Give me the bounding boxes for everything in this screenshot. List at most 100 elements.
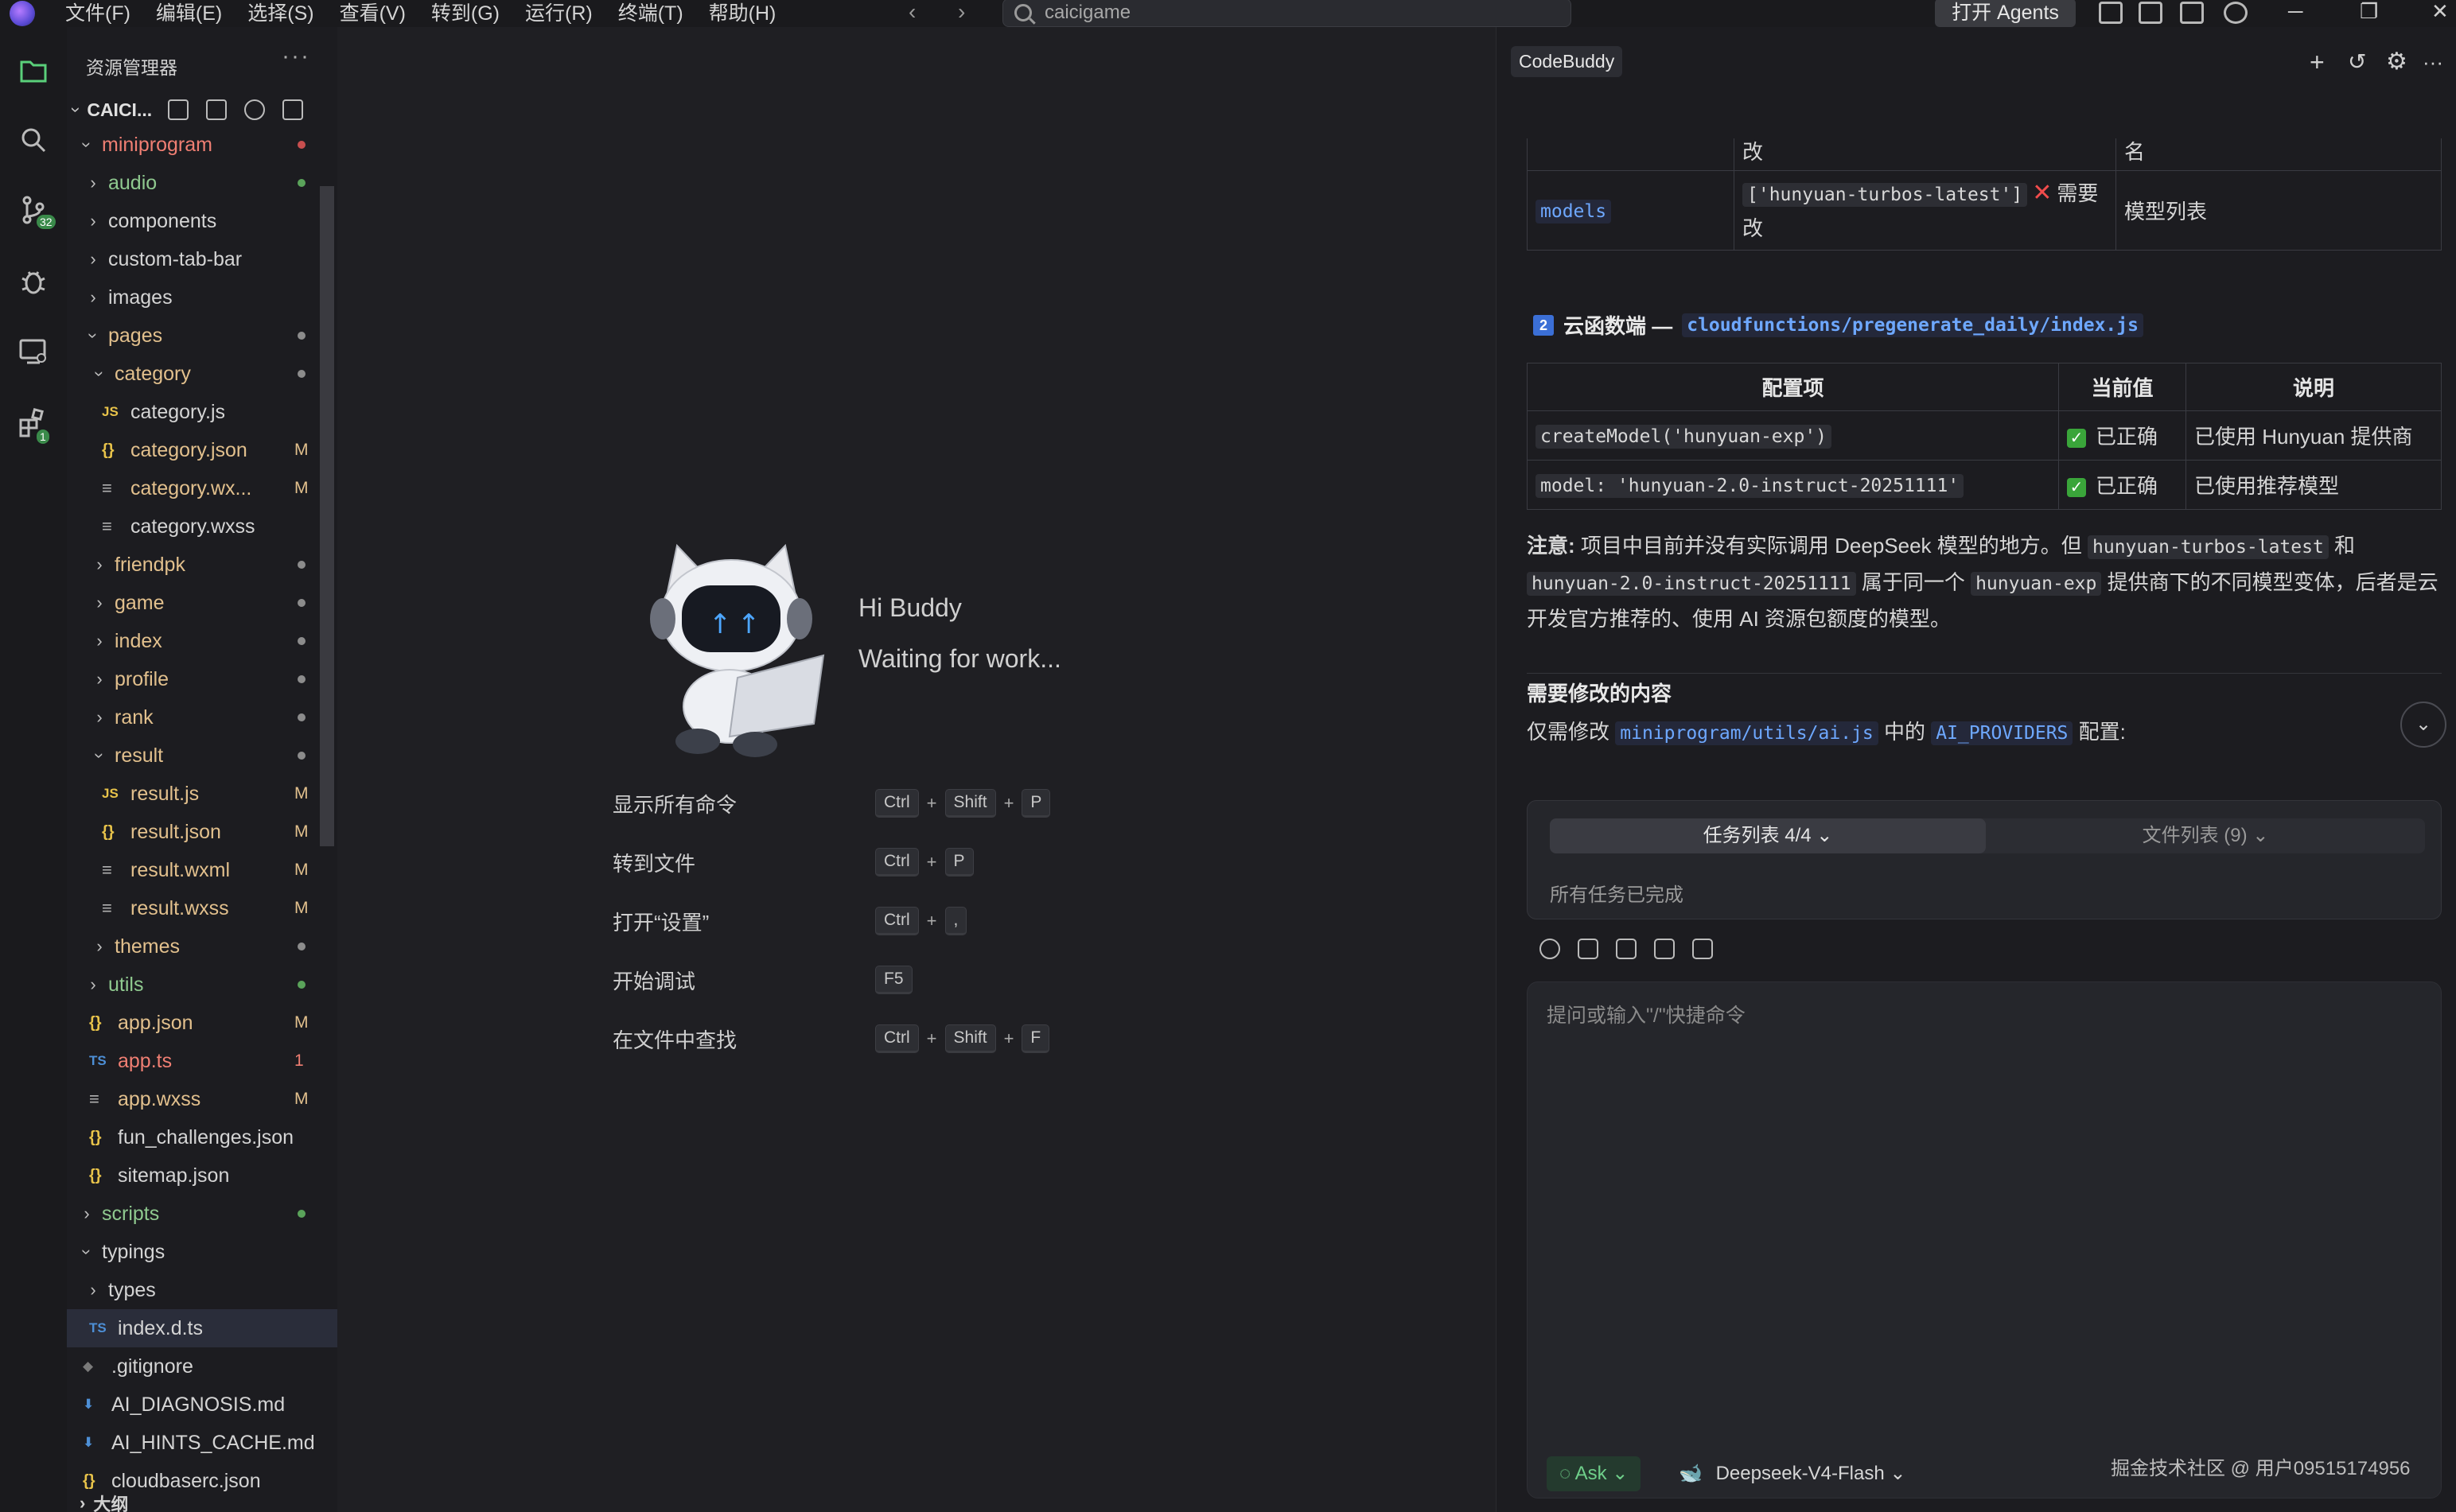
outline-section[interactable]: › 大纲 xyxy=(67,1487,337,1512)
file-path-link[interactable]: miniprogram/utils/ai.js xyxy=(1615,721,1878,745)
history-icon[interactable]: ↺ xyxy=(2348,49,2366,75)
tree-file[interactable]: ⬇ AI_DIAGNOSIS.md xyxy=(67,1386,337,1424)
tree-file[interactable]: {} result.json M xyxy=(67,813,337,851)
tree-file[interactable]: JS category.js xyxy=(67,393,337,431)
tree-folder[interactable]: › scripts xyxy=(67,1195,337,1233)
plus-separator: + xyxy=(1003,1028,1014,1048)
menu-item[interactable]: 选择(S) xyxy=(235,2,326,25)
table-cell: 改 xyxy=(1734,138,2116,171)
model-select[interactable]: 🐋 Deepseek-V4-Flash ⌄ xyxy=(1679,1456,1905,1491)
wx-file-icon: ≡ xyxy=(102,898,112,918)
config-table-1: 改 名 models ['hunyuan-turbos-latest'] ✕ 需要改… xyxy=(1527,138,2442,251)
menu-item[interactable]: 文件(F) xyxy=(53,2,143,25)
tab-task-list[interactable]: 任务列表 4/4 ⌄ xyxy=(1550,818,1986,853)
back-arrow-icon[interactable]: ‹ xyxy=(909,0,916,24)
explorer-scrollbar[interactable] xyxy=(320,186,334,846)
tree-file[interactable]: ≡ result.wxss M xyxy=(67,889,337,927)
more-icon[interactable]: ··· xyxy=(2423,49,2443,75)
tree-file[interactable]: ◆ .gitignore xyxy=(67,1347,337,1386)
tree-file[interactable]: {} app.json M xyxy=(67,1004,337,1042)
tree-folder[interactable]: › images xyxy=(67,278,337,317)
tree-folder[interactable]: › components xyxy=(67,202,337,240)
tree-file[interactable]: {} sitemap.json xyxy=(67,1156,337,1195)
tree-folder[interactable]: › pages xyxy=(67,317,337,355)
tree-folder[interactable]: › index xyxy=(67,622,337,660)
menu-item[interactable]: 转到(G) xyxy=(418,2,512,25)
command-search[interactable]: caicigame xyxy=(1002,0,1571,27)
forward-arrow-icon[interactable]: › xyxy=(958,0,965,24)
tree-folder[interactable]: › rank xyxy=(67,698,337,737)
search-sidebar-icon[interactable] xyxy=(18,124,49,156)
tree-label: category.wx... xyxy=(130,476,252,499)
settings-gear-icon[interactable]: ⚙ xyxy=(2386,49,2407,75)
minimize-icon[interactable]: ─ xyxy=(2288,0,2302,22)
new-folder-icon[interactable] xyxy=(206,99,228,120)
image-icon[interactable] xyxy=(1578,939,1598,959)
tree-file[interactable]: TS index.d.ts xyxy=(67,1309,337,1347)
pull-request-icon[interactable] xyxy=(1692,939,1713,959)
mode-select[interactable]: ◌ Ask ⌄ xyxy=(1547,1456,1641,1491)
tree-folder[interactable]: › result xyxy=(67,737,337,775)
mention-icon[interactable] xyxy=(1539,939,1560,959)
app-logo xyxy=(10,1,35,26)
git-status-badge: M xyxy=(294,1013,309,1032)
account-icon[interactable] xyxy=(2224,2,2248,24)
close-window-icon[interactable]: ✕ xyxy=(2431,0,2449,22)
restore-icon[interactable]: ❐ xyxy=(2360,0,2378,22)
md-file-icon: ⬇ xyxy=(83,1397,95,1412)
figma-icon[interactable] xyxy=(1616,939,1637,959)
chat-input[interactable]: 提问或输入"/"快捷命令 ◌ Ask ⌄ 🐋 Deepseek-V4-Flash… xyxy=(1527,981,2442,1498)
menu-item[interactable]: 查看(V) xyxy=(327,2,418,25)
menu-item[interactable]: 帮助(H) xyxy=(696,2,789,25)
toggle-sidebar-icon[interactable] xyxy=(2099,2,2123,24)
tab-file-list[interactable]: 文件列表 (9) ⌄ xyxy=(1986,818,2425,853)
tree-folder[interactable]: › custom-tab-bar xyxy=(67,240,337,278)
codebuddy-tab[interactable]: CodeBuddy xyxy=(1511,46,1623,77)
tree-folder[interactable]: › typings xyxy=(67,1233,337,1271)
tree-folder[interactable]: › types xyxy=(67,1271,337,1309)
open-agents-button[interactable]: 打开 Agents xyxy=(1935,0,2076,27)
explorer-icon[interactable] xyxy=(18,54,49,86)
toggle-secondary-sidebar-icon[interactable] xyxy=(2180,2,2204,24)
new-file-icon[interactable] xyxy=(168,99,189,120)
scroll-to-bottom-button[interactable]: ⌄ xyxy=(2400,702,2446,748)
tree-file[interactable]: {} fun_challenges.json xyxy=(67,1118,337,1156)
chevron-down-icon: ⌄ xyxy=(1890,1463,1906,1484)
tree-folder[interactable]: › miniprogram xyxy=(67,126,337,164)
tree-label: result.json xyxy=(130,820,221,843)
tree-file[interactable]: ≡ app.wxss M xyxy=(67,1080,337,1118)
menu-item[interactable]: 终端(T) xyxy=(605,2,696,25)
tree-folder[interactable]: › game xyxy=(67,584,337,622)
table-cell: models xyxy=(1527,170,1734,251)
tree-folder[interactable]: › themes xyxy=(67,927,337,966)
remote-explorer-icon[interactable] xyxy=(18,336,49,367)
chevron-down-icon: ⌄ xyxy=(2252,825,2269,846)
tree-file[interactable]: JS result.js M xyxy=(67,775,337,813)
more-actions-icon[interactable]: ··· xyxy=(282,43,310,70)
book-icon[interactable] xyxy=(1654,939,1675,959)
tree-folder[interactable]: › profile xyxy=(67,660,337,698)
tree-file[interactable]: ⬇ AI_HINTS_CACHE.md xyxy=(67,1424,337,1462)
collapse-all-icon[interactable] xyxy=(282,99,304,120)
menu-item[interactable]: 运行(R) xyxy=(512,2,605,25)
file-path-link[interactable]: cloudfunctions/pregenerate_daily/index.j… xyxy=(1682,313,2143,337)
tree-file[interactable]: {} category.json M xyxy=(67,431,337,469)
tree-folder[interactable]: › utils xyxy=(67,966,337,1004)
explorer-title: 资源管理器 xyxy=(86,57,177,78)
new-chat-icon[interactable]: + xyxy=(2310,49,2325,75)
toggle-panel-icon[interactable] xyxy=(2139,2,2162,24)
tree-folder[interactable]: › audio xyxy=(67,164,337,202)
tree-file[interactable]: ≡ category.wx... M xyxy=(67,469,337,507)
tree-file[interactable]: TS app.ts 1 xyxy=(67,1042,337,1080)
tree-file[interactable]: ≡ result.wxml M xyxy=(67,851,337,889)
section-title: 云函数端 — xyxy=(1563,314,1673,338)
menu-item[interactable]: 编辑(E) xyxy=(143,2,235,25)
tree-folder[interactable]: › friendpk xyxy=(67,546,337,584)
shortcut-row: 在文件中查找 Ctrl + Shift + F xyxy=(613,1023,1090,1055)
tree-folder[interactable]: › category xyxy=(67,355,337,393)
debug-icon[interactable] xyxy=(18,266,49,297)
project-header[interactable]: › CAICI... xyxy=(67,94,321,126)
json-file-icon: {} xyxy=(89,1013,102,1032)
refresh-icon[interactable] xyxy=(244,99,266,120)
tree-file[interactable]: ≡ category.wxss xyxy=(67,507,337,546)
